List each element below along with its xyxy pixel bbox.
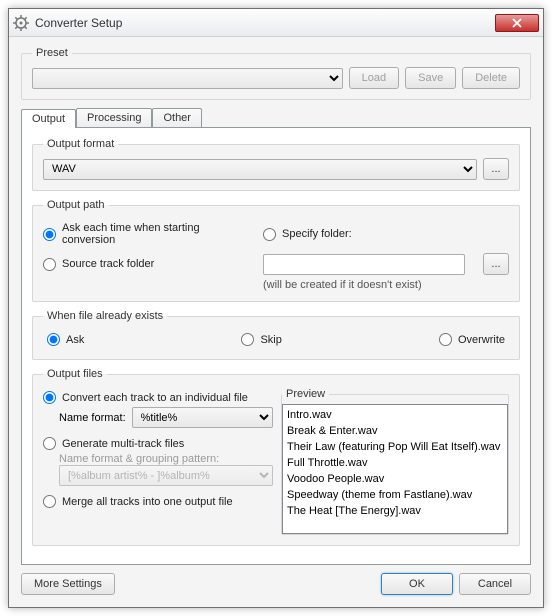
name-format-select[interactable]: %title% xyxy=(132,407,273,428)
path-ask-option[interactable]: Ask each time when starting conversion xyxy=(43,219,245,249)
exists-legend: When file already exists xyxy=(43,310,167,322)
tabstrip: Output Processing Other xyxy=(21,108,531,127)
path-ask-radio[interactable] xyxy=(43,228,56,241)
titlebar: Converter Setup xyxy=(9,9,543,37)
dialog: Converter Setup Preset Load Save Delete … xyxy=(8,8,544,608)
grouping-select[interactable]: [%album artist% - ]%album% xyxy=(59,465,273,486)
tab-processing[interactable]: Processing xyxy=(76,108,152,127)
output-format-legend: Output format xyxy=(43,138,118,150)
ok-button[interactable]: OK xyxy=(381,573,453,595)
exists-skip-radio[interactable] xyxy=(241,333,254,346)
grouping-label: Name format & grouping pattern: xyxy=(59,453,273,465)
delete-button[interactable]: Delete xyxy=(462,67,520,89)
preset-legend: Preset xyxy=(32,47,72,59)
output-format-select[interactable]: WAV xyxy=(43,159,477,180)
path-source-option[interactable]: Source track folder xyxy=(43,255,245,274)
files-group: Output files Convert each track to an in… xyxy=(32,368,520,546)
path-hint: (will be created if it doesn't exist) xyxy=(263,279,465,291)
browse-folder-button[interactable]: ... xyxy=(483,253,509,275)
files-options: Convert each track to an individual file… xyxy=(43,388,273,535)
files-legend: Output files xyxy=(43,368,107,380)
preview-item[interactable]: Intro.wav xyxy=(287,407,503,423)
preset-group: Preset Load Save Delete xyxy=(21,47,531,100)
footer: More Settings OK Cancel xyxy=(21,565,531,595)
files-each-option[interactable]: Convert each track to an individual file xyxy=(43,388,273,407)
gear-icon xyxy=(13,15,29,31)
tabpanel-output: Output format WAV ... Output path Ask ea… xyxy=(21,127,531,565)
preview-list[interactable]: Intro.wavBreak & Enter.wavTheir Law (fea… xyxy=(282,404,508,534)
cancel-button[interactable]: Cancel xyxy=(459,573,531,595)
output-path-legend: Output path xyxy=(43,199,109,211)
exists-ask-option[interactable]: Ask xyxy=(47,330,84,349)
path-specify-radio[interactable] xyxy=(263,228,276,241)
tab-output[interactable]: Output xyxy=(21,109,76,128)
close-button[interactable] xyxy=(495,14,539,32)
more-settings-button[interactable]: More Settings xyxy=(21,573,115,595)
exists-group: When file already exists Ask Skip Ove xyxy=(32,310,520,360)
preview-item[interactable]: Speedway (theme from Fastlane).wav xyxy=(287,487,503,503)
exists-skip-option[interactable]: Skip xyxy=(241,330,281,349)
preview-item[interactable]: Full Throttle.wav xyxy=(287,455,503,471)
output-path-group: Output path Ask each time when starting … xyxy=(32,199,520,302)
save-button[interactable]: Save xyxy=(405,67,456,89)
preview-item[interactable]: Break & Enter.wav xyxy=(287,423,503,439)
load-button[interactable]: Load xyxy=(349,67,399,89)
preview-item[interactable]: Voodoo People.wav xyxy=(287,471,503,487)
window-title: Converter Setup xyxy=(35,16,495,30)
preview-group: Preview Intro.wavBreak & Enter.wavTheir … xyxy=(281,388,509,535)
close-icon xyxy=(512,18,522,28)
preview-legend: Preview xyxy=(282,388,329,400)
files-multi-radio[interactable] xyxy=(43,437,56,450)
dialog-body: Preset Load Save Delete Output Processin… xyxy=(9,37,543,607)
path-folder-input[interactable] xyxy=(263,254,465,275)
path-specify-option[interactable]: Specify folder: xyxy=(263,225,465,244)
preset-select[interactable] xyxy=(32,68,343,89)
preview-item[interactable]: The Heat [The Energy].wav xyxy=(287,503,503,519)
files-each-radio[interactable] xyxy=(43,391,56,404)
files-multi-option[interactable]: Generate multi-track files xyxy=(43,434,273,453)
output-format-more-button[interactable]: ... xyxy=(483,158,509,180)
preview-item[interactable]: Their Law (featuring Pop Will Eat Itself… xyxy=(287,439,503,455)
exists-overwrite-option[interactable]: Overwrite xyxy=(439,330,505,349)
path-source-radio[interactable] xyxy=(43,258,56,271)
exists-ask-radio[interactable] xyxy=(47,333,60,346)
exists-overwrite-radio[interactable] xyxy=(439,333,452,346)
files-merge-radio[interactable] xyxy=(43,495,56,508)
name-format-label: Name format: xyxy=(59,412,126,424)
tab-other[interactable]: Other xyxy=(152,108,202,127)
files-merge-option[interactable]: Merge all tracks into one output file xyxy=(43,492,273,511)
output-format-group: Output format WAV ... xyxy=(32,138,520,191)
tabs: Output Processing Other Output format WA… xyxy=(21,108,531,565)
